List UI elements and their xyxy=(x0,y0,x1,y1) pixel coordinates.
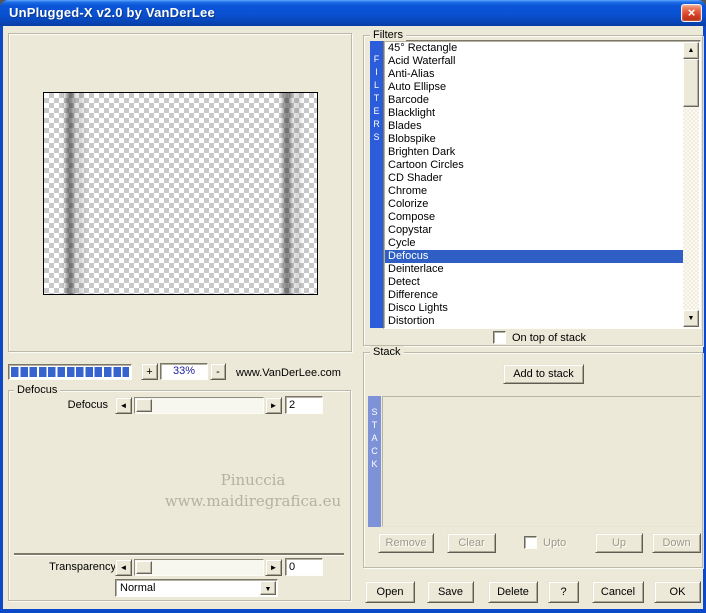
filters-scrollbar[interactable]: ▲ ▼ xyxy=(683,42,699,327)
delete-button[interactable]: Delete xyxy=(488,581,538,603)
preview-blur-line xyxy=(78,93,83,294)
scrollbar-thumb[interactable] xyxy=(683,59,699,107)
unplugged-x-dialog: UnPlugged-X v2.0 by VanDerLee × + 33% - … xyxy=(0,0,706,613)
preview-blur-line xyxy=(295,93,300,294)
on-top-of-stack-checkbox[interactable] xyxy=(493,331,506,344)
filters-rows: 45° Rectangle Acid Waterfall Anti-Alias Aut… xyxy=(385,42,683,327)
filter-item[interactable]: Detect xyxy=(385,276,683,289)
defocus-slider-left-button[interactable]: ◄ xyxy=(115,397,132,414)
title-bar[interactable]: UnPlugged-X v2.0 by VanDerLee × xyxy=(0,0,706,26)
stack-list[interactable] xyxy=(382,396,701,527)
progress-blocks xyxy=(11,367,129,377)
filter-item[interactable]: Blades xyxy=(385,120,683,133)
slider-right-arrow-icon: ► xyxy=(269,562,278,572)
slider-right-arrow-icon: ► xyxy=(269,400,278,410)
transparency-slider-label: Transparency xyxy=(49,561,116,573)
scroll-down-button[interactable]: ▼ xyxy=(683,310,699,327)
stack-group-label: Stack xyxy=(370,346,404,358)
params-separator xyxy=(14,553,344,555)
down-button[interactable]: Down xyxy=(652,533,701,553)
preview-blur-line xyxy=(283,93,291,294)
filter-item[interactable]: Deinterlace xyxy=(385,263,683,276)
transparency-slider-left-button[interactable]: ◄ xyxy=(115,559,132,576)
filter-item[interactable]: Chrome xyxy=(385,185,683,198)
filter-item[interactable]: Defocus xyxy=(385,250,683,263)
slider-left-arrow-icon: ◄ xyxy=(119,400,128,410)
filter-item[interactable]: Copystar xyxy=(385,224,683,237)
plus-icon: + xyxy=(146,365,153,378)
clear-button[interactable]: Clear xyxy=(447,533,496,553)
filter-item[interactable]: Distortion xyxy=(385,315,683,327)
transparency-slider-thumb[interactable] xyxy=(136,561,152,574)
defocus-slider-thumb[interactable] xyxy=(136,399,152,412)
filters-list[interactable]: 45° Rectangle Acid Waterfall Anti-Alias Aut… xyxy=(383,40,701,329)
remove-button[interactable]: Remove xyxy=(378,533,434,553)
on-top-of-stack-label[interactable]: On top of stack xyxy=(512,332,586,344)
upto-checkbox[interactable] xyxy=(524,536,537,549)
progress-bar xyxy=(8,364,132,380)
params-group-label: Defocus xyxy=(14,384,61,396)
zoom-level: 33% xyxy=(160,363,208,380)
filter-item[interactable]: Disco Lights xyxy=(385,302,683,315)
zoom-out-button[interactable]: - xyxy=(210,363,226,380)
save-button[interactable]: Save xyxy=(427,581,474,603)
dialog-body: + 33% - www.VanDerLee.com Defocus Defocu… xyxy=(3,26,703,609)
filter-item[interactable]: 45° Rectangle xyxy=(385,42,683,55)
transparency-value-input[interactable] xyxy=(285,558,323,576)
stack-vertical-bar: STACK xyxy=(368,396,381,527)
filter-item[interactable]: Difference xyxy=(385,289,683,302)
filter-item[interactable]: Blobspike xyxy=(385,133,683,146)
chevron-down-icon: ▼ xyxy=(264,586,272,593)
filters-group-label: Filters xyxy=(370,29,406,41)
minus-icon: - xyxy=(216,365,220,378)
preview-blur-line xyxy=(66,93,74,294)
filter-item[interactable]: Barcode xyxy=(385,94,683,107)
help-button[interactable]: ? xyxy=(548,581,579,603)
filter-item[interactable]: Blacklight xyxy=(385,107,683,120)
filter-item[interactable]: Acid Waterfall xyxy=(385,55,683,68)
defocus-slider-track[interactable] xyxy=(134,397,264,414)
filter-item[interactable]: Anti-Alias xyxy=(385,68,683,81)
transparency-slider-right-button[interactable]: ► xyxy=(265,559,282,576)
dropdown-arrow-button[interactable]: ▼ xyxy=(260,581,276,595)
blend-mode-dropdown[interactable]: Normal ▼ xyxy=(115,579,278,597)
preview-image[interactable] xyxy=(43,92,318,295)
scroll-up-icon: ▲ xyxy=(687,47,695,54)
defocus-value-input[interactable] xyxy=(285,396,323,414)
scroll-up-button[interactable]: ▲ xyxy=(683,42,699,59)
filter-item[interactable]: Colorize xyxy=(385,198,683,211)
filter-item[interactable]: Cycle xyxy=(385,237,683,250)
up-button[interactable]: Up xyxy=(595,533,643,553)
blend-mode-value: Normal xyxy=(120,582,156,594)
filter-item[interactable]: CD Shader xyxy=(385,172,683,185)
zoom-in-button[interactable]: + xyxy=(141,363,158,380)
transparency-slider-track[interactable] xyxy=(134,559,264,576)
open-button[interactable]: Open xyxy=(365,581,415,603)
scroll-down-icon: ▼ xyxy=(687,315,695,322)
ok-button[interactable]: OK xyxy=(654,581,701,603)
filters-vertical-bar: FILTERS xyxy=(370,41,383,328)
defocus-slider-right-button[interactable]: ► xyxy=(265,397,282,414)
upto-label: Upto xyxy=(543,537,567,549)
filter-item[interactable]: Cartoon Circles xyxy=(385,159,683,172)
defocus-slider-label: Defocus xyxy=(67,399,108,411)
close-button[interactable]: × xyxy=(681,4,702,22)
filter-item[interactable]: Brighten Dark xyxy=(385,146,683,159)
slider-left-arrow-icon: ◄ xyxy=(119,562,128,572)
cancel-button[interactable]: Cancel xyxy=(592,581,644,603)
close-icon: × xyxy=(687,5,696,20)
filter-item[interactable]: Compose xyxy=(385,211,683,224)
add-to-stack-button[interactable]: Add to stack xyxy=(503,364,584,384)
website-link[interactable]: www.VanDerLee.com xyxy=(236,367,341,379)
window-title: UnPlugged-X v2.0 by VanDerLee xyxy=(9,5,215,20)
filter-item[interactable]: Auto Ellipse xyxy=(385,81,683,94)
